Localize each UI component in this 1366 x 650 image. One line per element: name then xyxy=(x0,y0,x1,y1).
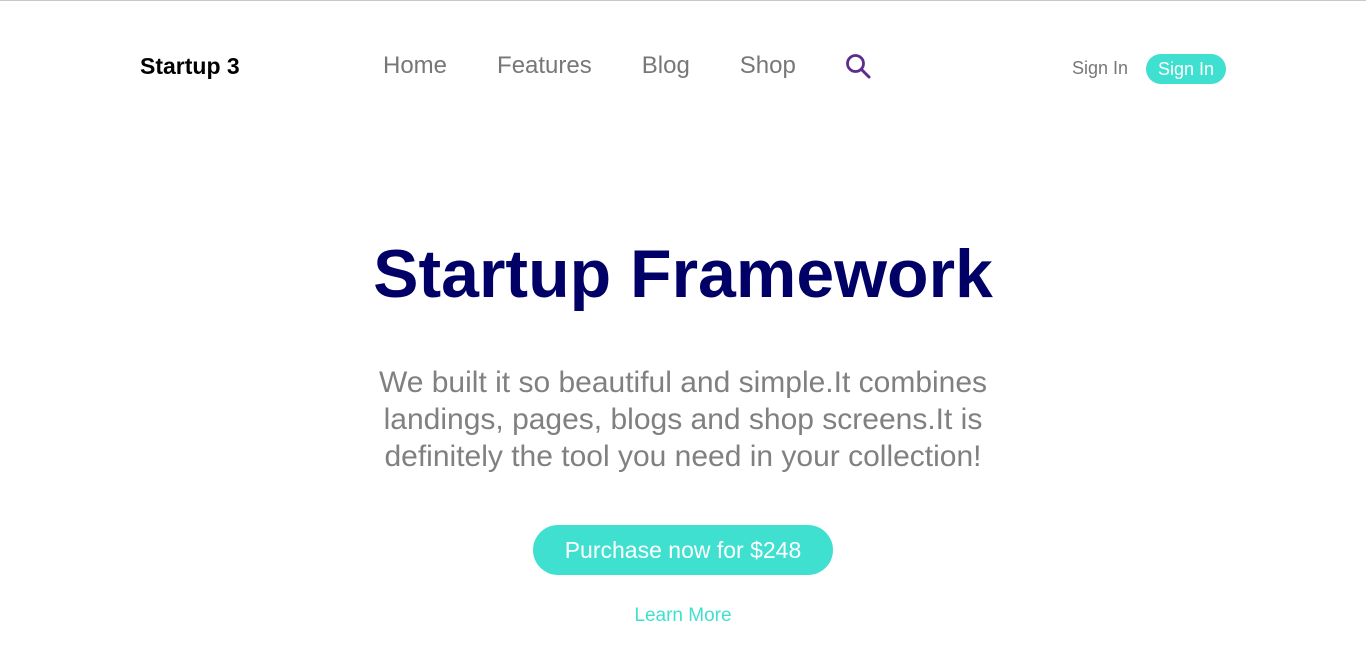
sign-in-button[interactable]: Sign In xyxy=(1146,54,1226,84)
nav-link-blog[interactable]: Blog xyxy=(642,52,690,80)
sign-in-link[interactable]: Sign In xyxy=(1072,58,1128,78)
learn-more-link[interactable]: Learn More xyxy=(0,605,1366,627)
main-nav: Home Features Blog Shop xyxy=(383,52,846,80)
hero-description: We built it so beautiful and simple.It c… xyxy=(378,366,988,473)
hero-title: Startup Framework xyxy=(373,236,993,312)
nav-link-features[interactable]: Features xyxy=(497,52,592,80)
nav-link-home[interactable]: Home xyxy=(383,52,447,80)
purchase-button[interactable]: Purchase now for $248 xyxy=(533,525,833,575)
nav-link-shop[interactable]: Shop xyxy=(740,52,796,80)
brand-logo[interactable]: Startup 3 xyxy=(140,53,240,79)
search-icon[interactable] xyxy=(845,53,871,79)
navbar: Startup 3 Home Features Blog Shop Sign I… xyxy=(0,0,1366,130)
